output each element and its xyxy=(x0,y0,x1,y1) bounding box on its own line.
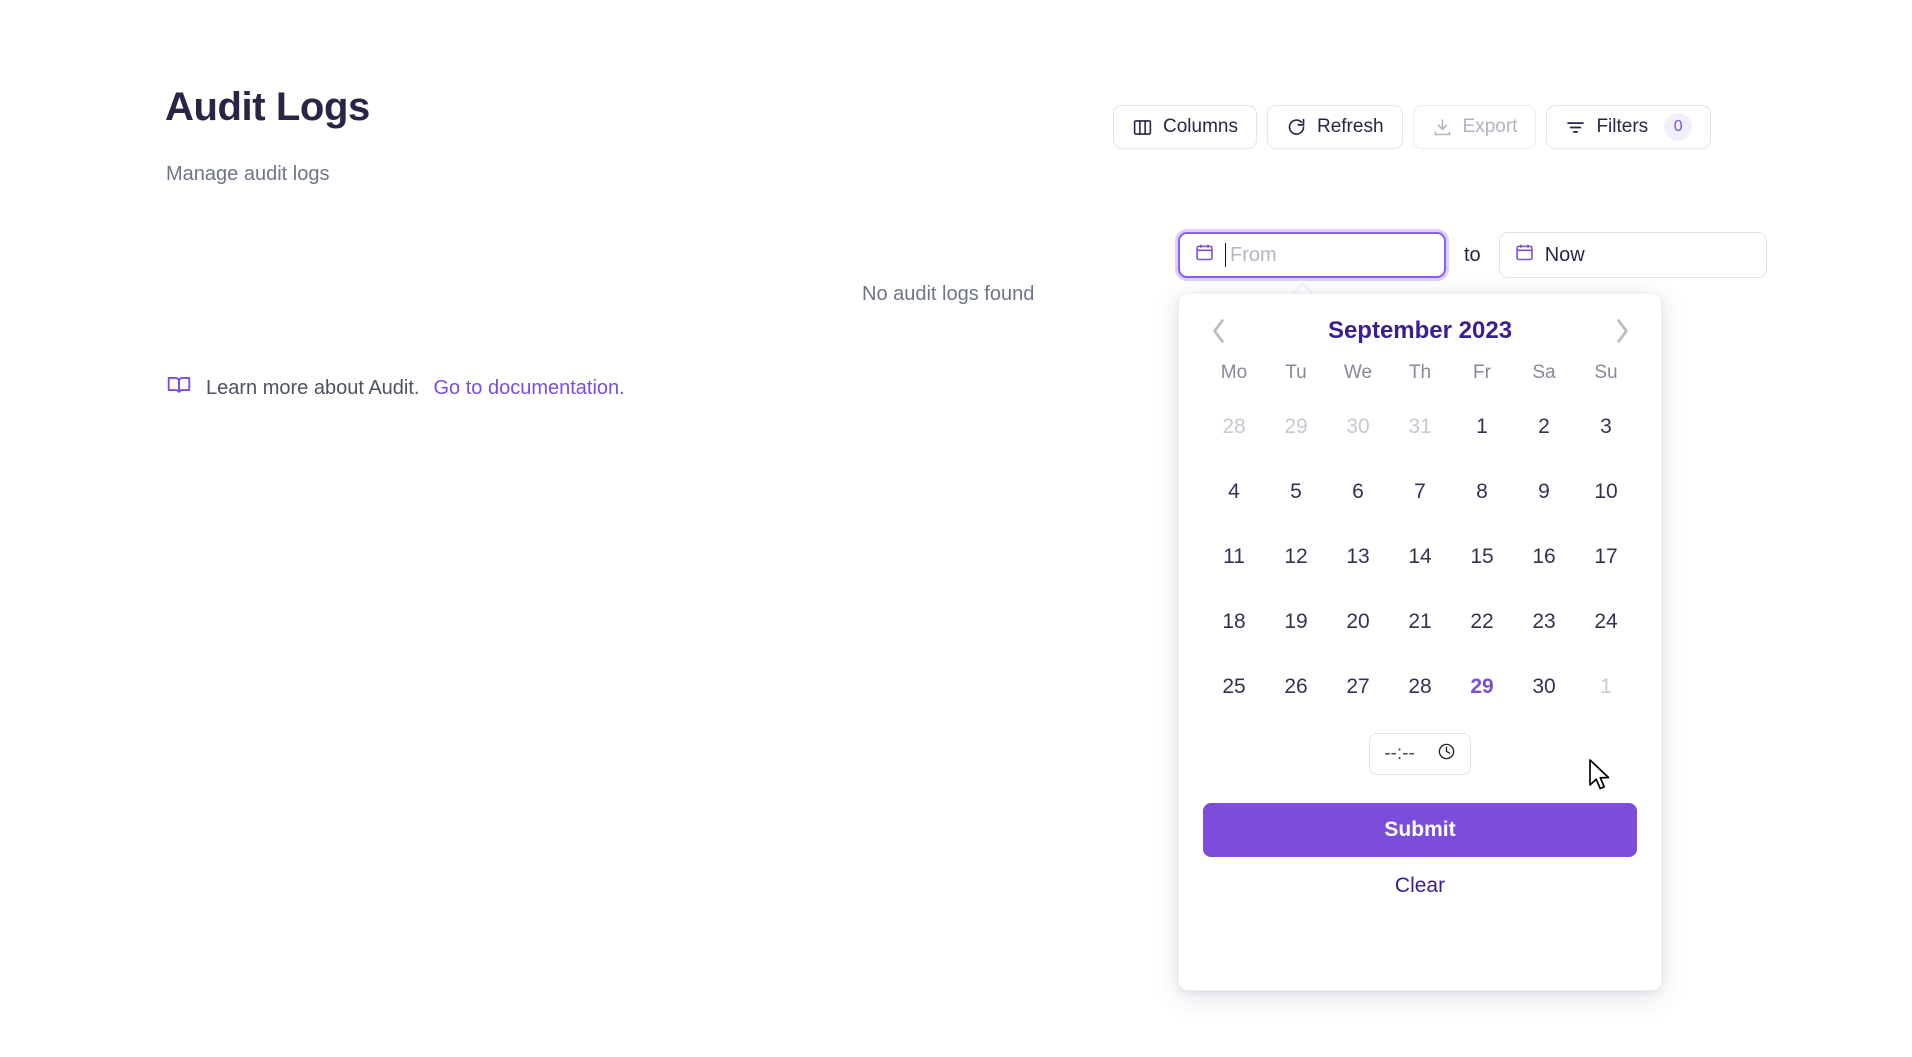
calendar-day[interactable]: 1 xyxy=(1451,394,1513,459)
next-month-button[interactable] xyxy=(1607,316,1637,346)
filters-button-label: Filters xyxy=(1596,116,1649,137)
calendar-weekday-header: Mo xyxy=(1220,362,1248,383)
refresh-button-label: Refresh xyxy=(1316,116,1384,137)
export-button-label: Export xyxy=(1462,116,1518,137)
filters-count-badge: 0 xyxy=(1664,113,1693,141)
clock-icon[interactable] xyxy=(1437,742,1456,767)
date-from-input[interactable]: From xyxy=(1178,232,1446,278)
calendar-day[interactable]: 11 xyxy=(1203,524,1265,589)
calendar-day[interactable]: 30 xyxy=(1327,394,1389,459)
calendar-day[interactable]: 28 xyxy=(1203,394,1265,459)
learn-more-label: Learn more about Audit. xyxy=(206,376,420,399)
calendar-day[interactable]: 15 xyxy=(1451,524,1513,589)
calendar-day[interactable]: 3 xyxy=(1575,394,1637,459)
calendar-day[interactable]: 14 xyxy=(1389,524,1451,589)
calendar-weekday-header: Th xyxy=(1408,362,1432,383)
columns-button[interactable]: Columns xyxy=(1113,105,1257,149)
refresh-icon xyxy=(1286,117,1307,138)
calendar-day[interactable]: 10 xyxy=(1575,459,1637,524)
calendar-day[interactable]: 16 xyxy=(1513,524,1575,589)
calendar-day[interactable]: 23 xyxy=(1513,589,1575,654)
calendar-day[interactable]: 30 xyxy=(1513,654,1575,719)
learn-more-row: Learn more about Audit. Go to documentat… xyxy=(166,372,625,404)
date-range-row: From to Now xyxy=(1178,232,1767,278)
clear-button[interactable]: Clear xyxy=(1203,873,1637,899)
calendar-weekday-header: Fr xyxy=(1473,362,1491,383)
time-input-value: --:-- xyxy=(1384,743,1415,764)
filter-icon xyxy=(1565,117,1586,138)
calendar-day[interactable]: 7 xyxy=(1389,459,1451,524)
calendar-day[interactable]: 19 xyxy=(1265,589,1327,654)
time-input[interactable]: --:-- xyxy=(1369,733,1471,775)
calendar-day[interactable]: 9 xyxy=(1513,459,1575,524)
calendar-day[interactable]: 8 xyxy=(1451,459,1513,524)
mouse-cursor xyxy=(1588,758,1614,801)
calendar-day[interactable]: 18 xyxy=(1203,589,1265,654)
calendar-day[interactable]: 6 xyxy=(1327,459,1389,524)
calendar-day[interactable]: 27 xyxy=(1327,654,1389,719)
page-title: Audit Logs xyxy=(165,85,370,129)
calendar-icon xyxy=(1194,242,1215,269)
filters-button[interactable]: Filters 0 xyxy=(1546,105,1712,149)
calendar-weekday-header: We xyxy=(1343,362,1373,383)
calendar-header: September 2023 xyxy=(1179,294,1661,352)
book-icon xyxy=(166,372,192,404)
page-subtitle: Manage audit logs xyxy=(166,163,330,185)
calendar-day[interactable]: 29 xyxy=(1265,394,1327,459)
toolbar: Columns Refresh Export Filters 0 xyxy=(1113,105,1712,149)
date-to-input[interactable]: Now xyxy=(1498,232,1767,278)
calendar-weekday-header: Su xyxy=(1594,362,1618,383)
calendar-weekday-header: Tu xyxy=(1285,362,1307,383)
date-to-value: Now xyxy=(1544,243,1585,266)
empty-state-message: No audit logs found xyxy=(862,283,1035,305)
columns-button-label: Columns xyxy=(1163,116,1238,137)
range-separator-label: to xyxy=(1464,243,1481,266)
calendar-day[interactable]: 26 xyxy=(1265,654,1327,719)
calendar-weekday-header: Sa xyxy=(1532,362,1556,383)
documentation-link[interactable]: Go to documentation. xyxy=(433,377,624,400)
download-icon xyxy=(1432,117,1453,138)
calendar-day[interactable]: 1 xyxy=(1575,654,1637,719)
audit-logs-page: Audit Logs Manage audit logs Columns Ref… xyxy=(0,0,1912,1057)
columns-icon xyxy=(1132,117,1153,138)
calendar-day[interactable]: 17 xyxy=(1575,524,1637,589)
calendar-day[interactable]: 4 xyxy=(1203,459,1265,524)
calendar-month-title: September 2023 xyxy=(1327,317,1513,344)
calendar-day[interactable]: 12 xyxy=(1265,524,1327,589)
calendar-grid: Mo Tu We Th Fr Sa Su 28 29 30 31 1 2 3 4 5 6 7 8 9 10 11 12 13 1… xyxy=(1179,352,1661,719)
export-button[interactable]: Export xyxy=(1412,105,1537,149)
date-from-placeholder: From xyxy=(1230,243,1277,266)
calendar-day[interactable]: 22 xyxy=(1451,589,1513,654)
calendar-day[interactable]: 20 xyxy=(1327,589,1389,654)
calendar-day[interactable]: 21 xyxy=(1389,589,1451,654)
calendar-day[interactable]: 25 xyxy=(1203,654,1265,719)
refresh-button[interactable]: Refresh xyxy=(1266,105,1403,149)
calendar-day[interactable]: 2 xyxy=(1513,394,1575,459)
calendar-day[interactable]: 5 xyxy=(1265,459,1327,524)
submit-button[interactable]: Submit xyxy=(1203,803,1637,857)
calendar-day[interactable]: 24 xyxy=(1575,589,1637,654)
text-caret xyxy=(1225,243,1226,267)
calendar-day[interactable]: 13 xyxy=(1327,524,1389,589)
date-picker-popover: September 2023 Mo Tu We Th Fr Sa Su 28 29 30 31 1 2 3… xyxy=(1178,293,1662,991)
calendar-day[interactable]: 31 xyxy=(1389,394,1451,459)
calendar-icon xyxy=(1514,242,1535,269)
calendar-day[interactable]: 28 xyxy=(1389,654,1451,719)
calendar-day[interactable]: 29 xyxy=(1451,654,1513,719)
prev-month-button[interactable] xyxy=(1203,316,1233,346)
